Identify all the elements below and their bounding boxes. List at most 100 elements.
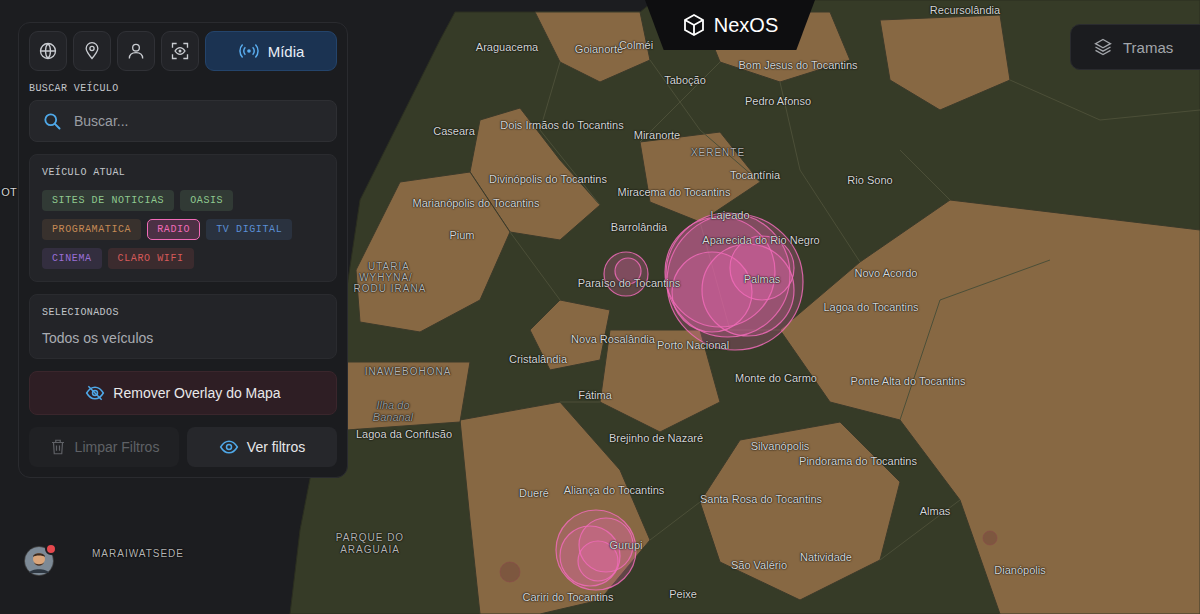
layers-button[interactable]: Tramas (1070, 24, 1200, 70)
radio-waves-icon (238, 40, 260, 62)
tab-label: Mídia (268, 43, 305, 60)
nav-tab[interactable]: Mídia (205, 31, 337, 71)
map-label: São Valério (731, 559, 787, 571)
map-label: Cristalândia (509, 353, 567, 365)
map-region (356, 172, 510, 332)
map-label: Fátima (578, 389, 612, 401)
map-label: Pium (449, 229, 474, 241)
map-label: Novo Acordo (855, 267, 918, 279)
map-label: Silvanópolis (751, 440, 810, 452)
eye-off-icon (85, 383, 105, 403)
person-icon (126, 41, 146, 61)
land-area (290, 0, 1200, 614)
map-label: Nova Rosalândia (571, 333, 655, 345)
map-label: Monte do Carmo (735, 372, 817, 384)
eye-scan-icon (170, 41, 190, 61)
map-app: Araguacema GoianorteColméi Recursolândia Ta… (0, 0, 1200, 614)
map-label: Porto Nacional (657, 339, 729, 351)
map-label: Rio Sono (847, 174, 892, 186)
vehicle-tag[interactable]: TV DIGITAL (206, 219, 292, 240)
current-vehicle-caption: VEÍCULO ATUAL (42, 167, 324, 178)
region-border (510, 232, 560, 300)
user-avatar[interactable] (24, 546, 54, 576)
map-label: Brejinho de Nazaré (609, 432, 703, 444)
vehicle-tag[interactable]: OASIS (180, 190, 233, 211)
region-border (900, 150, 950, 200)
map-label: Aparecida do Rio Negro (702, 234, 819, 246)
action-row: Limpar Filtros Ver filtros (29, 427, 337, 467)
map-label: Recursolândia (930, 4, 1000, 16)
map-label: ARAGUAIA (340, 544, 400, 555)
nav-tab[interactable] (117, 31, 155, 71)
map-label: Goianorte (575, 43, 623, 55)
map-label: Ilha do (376, 399, 409, 411)
map-label: Barrolândia (611, 221, 667, 233)
vehicle-tag[interactable]: RADIO (147, 219, 200, 240)
logo-text: NexOS (714, 14, 778, 37)
map-label: Pedro Afonso (745, 95, 811, 107)
map-label: Lagoa da Confusão (356, 428, 452, 440)
trash-icon (49, 438, 67, 456)
pin-icon (82, 41, 102, 61)
clear-filters-button[interactable]: Limpar Filtros (29, 427, 179, 467)
search-field[interactable] (29, 100, 337, 142)
map-label: MARAIWATSEDE (92, 548, 184, 559)
search-icon (42, 111, 62, 131)
map-label: Paraíso do Tocantins (578, 277, 681, 289)
region-border (560, 402, 600, 403)
map-label: INAWEBOHONA (365, 366, 452, 377)
current-vehicle-card: VEÍCULO ATUAL SITES DE NOTICIAS OASIS PROGR… (29, 154, 337, 282)
map-label: Almas (920, 505, 951, 517)
selected-value: Todos os veículos (42, 330, 324, 346)
selected-card: SELECIONADOS Todos os veículos (29, 294, 337, 359)
map-label: Dois Irmãos do Tocantins (500, 119, 623, 131)
map-label: Lajeado (710, 209, 749, 221)
selected-caption: SELECIONADOS (42, 307, 324, 318)
remove-overlay-button[interactable]: Remover Overlay do Mapa (29, 371, 337, 415)
map-label: Natividade (800, 551, 852, 563)
map-label: Ponte Alta do Tocantins (851, 375, 966, 387)
coverage-circle[interactable] (500, 562, 520, 582)
clear-filters-label: Limpar Filtros (75, 439, 160, 455)
map-label: Tocantínia (730, 169, 780, 181)
map-label: Taboção (664, 74, 706, 86)
map-label: Caseara (433, 125, 475, 137)
map-label: Dianópolis (994, 564, 1045, 576)
eye-icon (219, 437, 239, 457)
map-label: Miranorte (634, 129, 680, 141)
map-label: PARQUE DO (336, 532, 404, 543)
vehicle-tag[interactable]: SITES DE NOTICIAS (42, 190, 174, 211)
map-label: Araguacema (476, 41, 538, 53)
map-label: RODU IRANA (354, 283, 427, 294)
nav-tabs: Mídia (29, 31, 337, 71)
layers-icon (1093, 37, 1113, 57)
map-label: Lagoa do Tocantins (823, 301, 918, 313)
vehicle-tag[interactable]: PROGRAMATICA (42, 219, 141, 240)
coverage-circle[interactable] (604, 252, 648, 296)
vehicle-tag[interactable]: CLARO WIFI (108, 248, 194, 269)
vehicle-tag[interactable]: CINEMA (42, 248, 102, 269)
map-region (780, 200, 1200, 614)
notification-dot (45, 543, 57, 555)
nav-tab[interactable] (161, 31, 199, 71)
map-label: Colméi (619, 39, 653, 51)
search-caption: BUSCAR VEÍCULO (29, 83, 337, 94)
logo[interactable]: NexOS (645, 0, 815, 50)
nav-tab[interactable] (29, 31, 67, 71)
map-label: XERENTE (691, 147, 745, 158)
search-input[interactable] (72, 112, 324, 130)
region-border (1010, 80, 1200, 120)
cube-logo-icon (682, 13, 706, 37)
map-label: Miracema do Tocantins (618, 186, 731, 198)
region-border (900, 260, 1050, 420)
nav-tab[interactable] (73, 31, 111, 71)
view-filters-button[interactable]: Ver filtros (187, 427, 337, 467)
map-label: Santa Rosa do Tocantins (700, 493, 822, 505)
map-label: Pindorama do Tocantins (799, 455, 917, 467)
map-region (880, 15, 1010, 110)
map-label: Bananal (373, 411, 413, 423)
map-label: Gurupi (609, 539, 642, 551)
coverage-circle[interactable] (983, 531, 997, 545)
remove-overlay-label: Remover Overlay do Mapa (113, 385, 280, 401)
globe-icon (38, 41, 58, 61)
